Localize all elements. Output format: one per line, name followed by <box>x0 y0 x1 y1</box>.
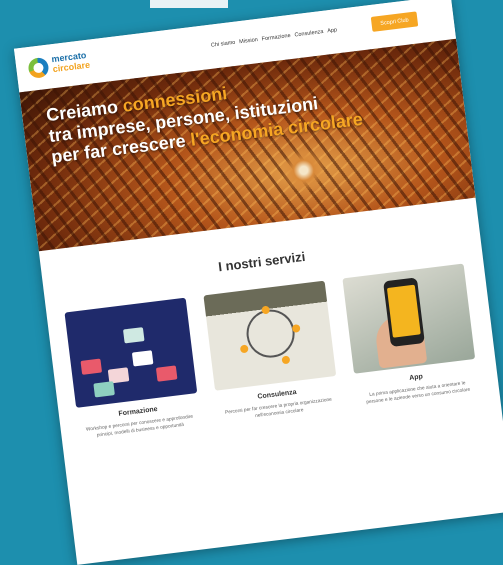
card-tile <box>93 381 115 398</box>
diagram-dot <box>281 355 291 365</box>
card-tile <box>80 358 103 375</box>
site-logo[interactable]: mercato circolare <box>27 45 129 83</box>
card-tile <box>131 350 154 367</box>
service-card-consulenza[interactable]: Consulenza Percorsi per far crescere la … <box>203 280 340 425</box>
nav-item-formazione[interactable]: Formazione <box>261 33 291 42</box>
nav-item-consulenza[interactable]: Consulenza <box>294 29 324 38</box>
card-tile <box>155 365 178 382</box>
diagram-circle <box>243 306 298 361</box>
logo-text: mercato circolare <box>51 50 91 74</box>
background-stripe <box>150 0 228 8</box>
website-page: mercato circolare Chi siamo Mission Form… <box>13 0 503 565</box>
service-card-formazione[interactable]: Formazione Workshop e percorsi per conos… <box>64 297 201 442</box>
service-card-app[interactable]: App La prima applicazione che aiuta a or… <box>342 263 479 408</box>
nav-item-mission[interactable]: Mission <box>239 37 258 45</box>
phone-screen <box>386 284 421 338</box>
app-image <box>342 263 476 374</box>
nav-item-chi-siamo[interactable]: Chi siamo <box>211 40 236 49</box>
formazione-image <box>64 297 198 408</box>
diagram-dot <box>291 323 301 333</box>
phone-icon <box>383 277 425 348</box>
main-nav: Chi siamo Mission Formazione Consulenza … <box>211 27 338 48</box>
consulenza-image <box>203 280 337 391</box>
diagram-dot <box>239 344 249 354</box>
nav-item-app[interactable]: App <box>327 27 337 34</box>
cta-button[interactable]: Scopri Club <box>370 11 419 32</box>
logo-mark-icon <box>27 56 50 80</box>
card-tile <box>122 327 145 344</box>
